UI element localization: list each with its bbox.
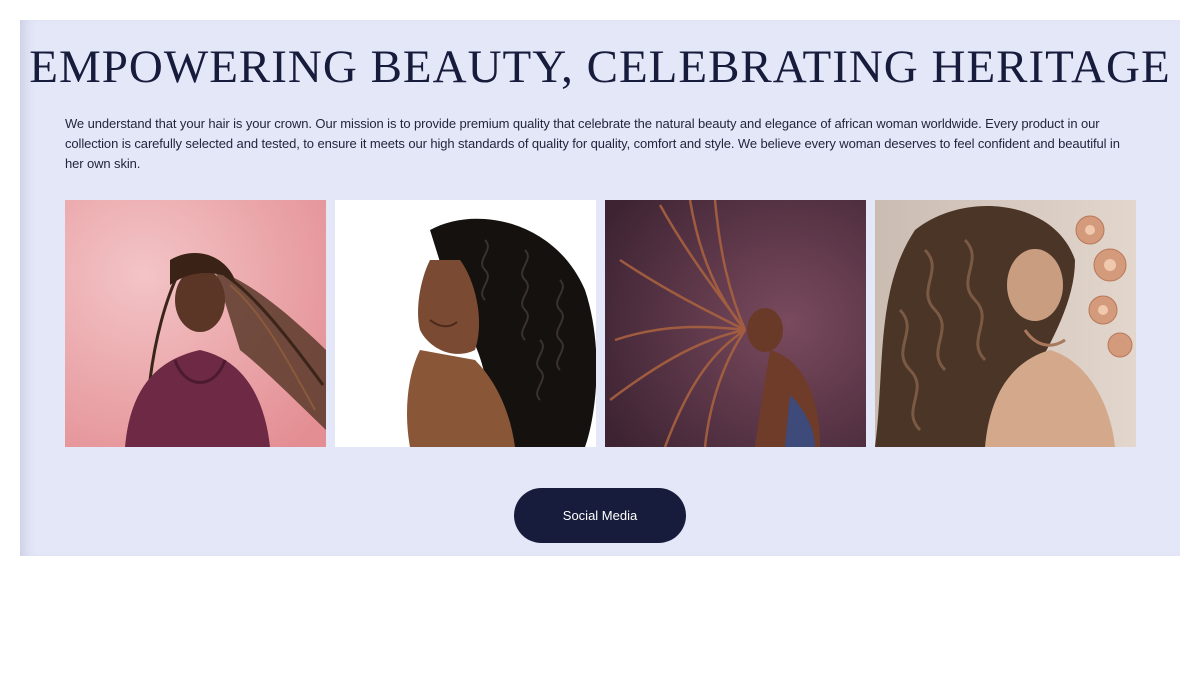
mission-description: We understand that your hair is your cro…	[65, 116, 1120, 171]
gallery-photo-wavy-flowers	[875, 200, 1136, 447]
photo-gallery	[65, 200, 1136, 447]
gallery-photo-braids-pink	[65, 200, 326, 447]
gallery-photo-curly-white	[335, 200, 596, 447]
gallery-photo-braids-dark	[605, 200, 866, 447]
page-title: EMPOWERING BEAUTY, CELEBRATING HERITAGE	[29, 41, 1171, 93]
social-media-button[interactable]: Social Media	[514, 488, 686, 543]
hero-section: EMPOWERING BEAUTY, CELEBRATING HERITAGE …	[20, 20, 1180, 556]
